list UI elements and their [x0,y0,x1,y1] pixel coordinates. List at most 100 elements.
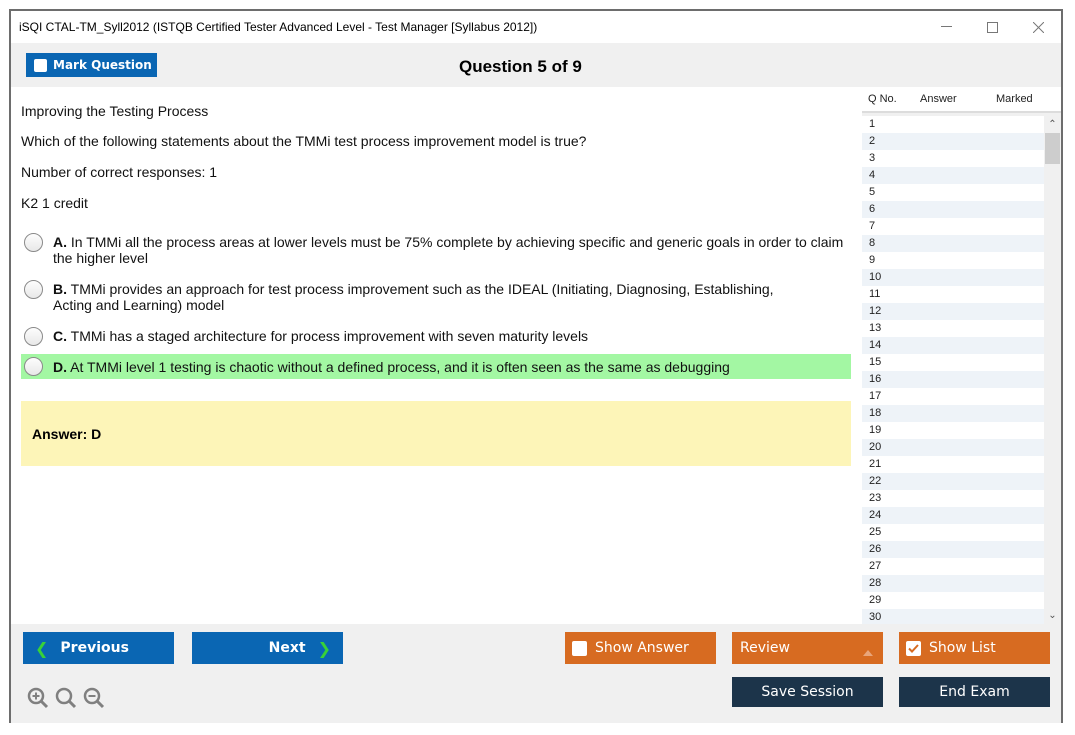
option-text: At TMMi level 1 testing is chaotic witho… [70,358,730,375]
chevron-up-icon[interactable]: ⌃ [1044,116,1061,133]
show-list-toggle[interactable]: Show List [899,632,1050,664]
option-letter: A. [53,234,67,250]
question-number: 30 [869,611,882,623]
question-list-row[interactable]: 21 [862,456,1044,473]
question-list-row[interactable]: 14 [862,337,1044,354]
app-window: iSQI CTAL-TM_Syll2012 (ISTQB Certified T… [9,9,1063,723]
end-exam-button[interactable]: End Exam [899,677,1050,707]
maximize-button[interactable] [969,11,1015,43]
radio-button-d[interactable] [24,357,43,376]
question-list-scrollbar[interactable]: ⌃ ⌄ [1044,116,1061,624]
save-session-button[interactable]: Save Session [732,677,883,707]
question-list-row[interactable]: 25 [862,524,1044,541]
title-bar: iSQI CTAL-TM_Syll2012 (ISTQB Certified T… [11,11,1061,43]
question-number: 1 [869,118,876,130]
mark-question-button[interactable]: Mark Question [26,53,157,77]
question-counter: Question 5 of 9 [459,57,582,76]
radio-button-a[interactable] [24,233,43,252]
question-list-row[interactable]: 17 [862,388,1044,405]
question-list-row[interactable]: 26 [862,541,1044,558]
question-list-row[interactable]: 9 [862,252,1044,269]
zoom-in-icon[interactable] [27,687,49,709]
answer-box: Answer: D [21,401,851,466]
zoom-out-icon[interactable] [83,687,105,709]
question-list-row[interactable]: 5 [862,184,1044,201]
question-list-row[interactable]: 13 [862,320,1044,337]
question-number: 6 [869,203,876,215]
question-number: 25 [869,526,882,538]
show-list-label: Show List [929,640,996,656]
question-list-row[interactable]: 6 [862,201,1044,218]
question-list-row[interactable]: 4 [862,167,1044,184]
question-list-row[interactable]: 1 [862,116,1044,133]
question-list-row[interactable]: 27 [862,558,1044,575]
radio-button-b[interactable] [24,280,43,299]
question-list-row[interactable]: 7 [862,218,1044,235]
question-list-row[interactable]: 8 [862,235,1044,252]
question-list-row[interactable]: 23 [862,490,1044,507]
review-dropdown[interactable]: Review [732,632,883,664]
question-number: 26 [869,543,882,555]
question-list-row[interactable]: 30 [862,609,1044,624]
scrollbar-thumb[interactable] [1045,133,1060,164]
window-title: iSQI CTAL-TM_Syll2012 (ISTQB Certified T… [19,20,538,34]
radio-button-c[interactable] [24,327,43,346]
question-number: 17 [869,390,882,402]
question-number: 24 [869,509,882,521]
question-list-row[interactable]: 20 [862,439,1044,456]
question-number: 13 [869,322,882,334]
minimize-button[interactable] [923,11,969,43]
zoom-reset-icon[interactable] [55,687,77,709]
question-list-row[interactable]: 28 [862,575,1044,592]
close-button[interactable] [1015,11,1061,43]
show-answer-toggle[interactable]: Show Answer [565,632,716,664]
header-marked[interactable]: Marked [996,93,1033,105]
question-list-row[interactable]: 18 [862,405,1044,422]
previous-label: Previous [60,640,129,656]
question-list-row[interactable]: 3 [862,150,1044,167]
option-letter: C. [53,328,67,344]
question-number: 18 [869,407,882,419]
header-answer[interactable]: Answer [920,93,957,105]
checkbox-icon[interactable] [572,640,587,656]
question-list-row[interactable]: 15 [862,354,1044,371]
question-list-row[interactable]: 22 [862,473,1044,490]
question-number: 20 [869,441,882,453]
option-d[interactable]: D. At TMMi level 1 testing is chaotic wi… [21,354,851,379]
question-list-row[interactable]: 11 [862,286,1044,303]
chevron-left-icon: ❮ [35,638,49,658]
minimize-icon [940,26,952,28]
question-list-row[interactable]: 19 [862,422,1044,439]
option-c[interactable]: C. TMMi has a staged architecture for pr… [21,327,851,346]
previous-button[interactable]: ❮ Previous [23,632,174,664]
option-a[interactable]: A. In TMMi all the process areas at lowe… [21,233,851,266]
next-label: Next [268,640,306,656]
question-list-row[interactable]: 12 [862,303,1044,320]
review-label: Review [740,640,790,656]
option-letter: B. [53,281,67,297]
next-button[interactable]: Next ❯ [192,632,343,664]
question-list-header: Q No. Answer Marked [862,87,1061,113]
question-list-row[interactable]: 16 [862,371,1044,388]
question-number: 11 [869,288,881,300]
chevron-down-icon[interactable]: ⌄ [1044,607,1061,624]
question-number: 9 [869,254,876,266]
caret-up-icon [863,644,873,660]
question-list-body: 1 2 3 4 5 6 7 8 9 10 11 12 13 14 15 16 17 18 19 20 21 22 23 24 2… [862,116,1044,624]
question-number: 3 [869,152,876,164]
checkbox-checked-icon[interactable] [906,640,921,656]
header-qno[interactable]: Q No. [868,93,897,105]
question-list-row[interactable]: 2 [862,133,1044,150]
question-header: Mark Question Question 5 of 9 [11,43,1061,87]
zoom-controls [27,687,105,709]
question-topic: Improving the Testing Process [21,103,209,119]
question-list-row[interactable]: 10 [862,269,1044,286]
question-list-row[interactable]: 24 [862,507,1044,524]
checkbox-icon [34,58,47,72]
question-text: Which of the following statements about … [21,133,587,149]
question-list-row[interactable]: 29 [862,592,1044,609]
question-number: 7 [869,220,876,232]
close-icon [1032,21,1044,33]
question-number: 23 [869,492,882,504]
option-b[interactable]: B. TMMi provides an approach for test pr… [21,280,851,313]
